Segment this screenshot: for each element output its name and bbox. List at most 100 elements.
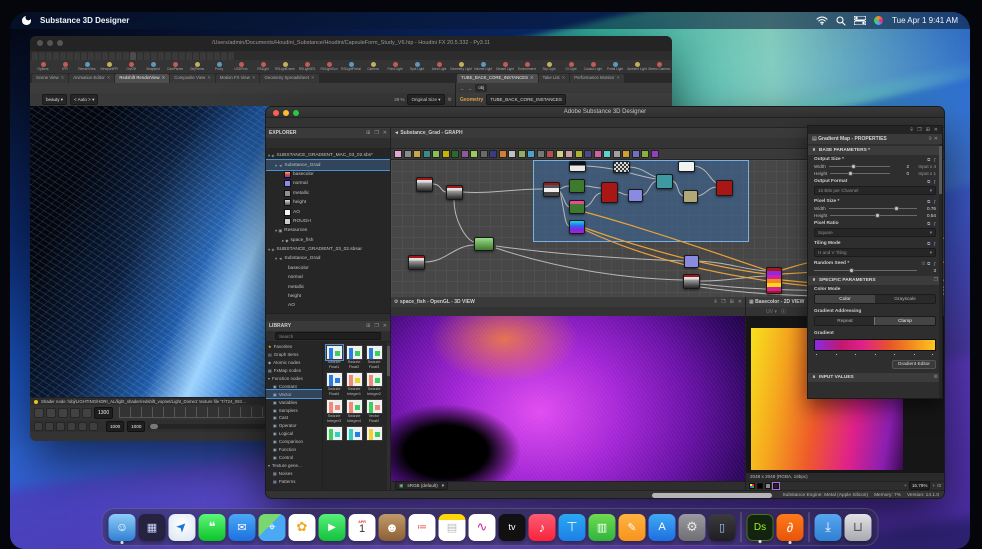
gradient-editor-button[interactable]: Gradient Editor (891, 360, 936, 369)
channels-black-icon[interactable] (757, 482, 763, 489)
function-icon[interactable]: ƒ (933, 179, 936, 184)
library-category[interactable]: ▾ Function nodes (266, 375, 322, 383)
library-item[interactable]: Vector Float2 (365, 399, 383, 424)
pixel-height-slider[interactable] (830, 212, 917, 218)
dock-icon[interactable]: ⊞ (366, 130, 370, 136)
graph-node[interactable] (683, 273, 700, 289)
shelf-tab[interactable] (186, 52, 192, 60)
transport-button[interactable] (58, 407, 68, 418)
library-category[interactable]: ★ Favorites (266, 343, 322, 351)
shelf-tool[interactable]: Ambient Light (626, 60, 648, 73)
node-palette-icon[interactable] (517, 149, 526, 158)
expose-icon[interactable]: ⧉ (927, 199, 930, 204)
properties-header[interactable]: ▤ Gradient Map - PROPERTIES ⍟ ✕ (808, 134, 942, 144)
pixel-height-value[interactable]: 0.54 (920, 213, 936, 218)
explorer-tree-item[interactable]: ▾ ◈ SUBSTANCE_GRADIENT_03_02.sbsar (266, 245, 390, 254)
shelf-tab[interactable] (200, 52, 206, 60)
dock-item[interactable]: ▶ (318, 513, 346, 541)
dock-item[interactable]: ♪ (528, 513, 556, 541)
dock-item[interactable] (808, 512, 810, 542)
explorer-tree-item[interactable]: ▾ ▣ Resources (266, 226, 390, 235)
shelf-tool[interactable]: RSLightPortal (340, 60, 362, 73)
library-item[interactable]: Swizzle Integer3 (325, 399, 343, 424)
shelf-tab[interactable] (123, 52, 129, 60)
library-category[interactable]: ▣ Variables (266, 398, 322, 406)
close-icon[interactable]: ✕ (61, 75, 65, 80)
node-palette-icon[interactable] (422, 149, 431, 158)
library-header[interactable]: LIBRARY ⊞ ❐ ✕ (266, 321, 390, 331)
library-item[interactable] (365, 426, 383, 451)
library-category[interactable]: ▦ FxMap nodes (266, 367, 322, 375)
pane-tab[interactable]: Composite View ✕ (170, 74, 215, 83)
library-item[interactable]: Swizzle Float2 (345, 345, 363, 370)
shelf-tab[interactable] (46, 52, 52, 60)
render-zoom-value[interactable]: 29 % (394, 97, 404, 102)
shelf-tool[interactable]: Environment (516, 60, 538, 73)
shelf-tool[interactable]: Proxy (208, 60, 230, 73)
float-icon[interactable]: ❐ (374, 323, 378, 329)
node-palette-icon[interactable] (631, 149, 640, 158)
library-category[interactable]: ▣ Comparison (266, 438, 322, 446)
zoom-value[interactable]: 16.79% (908, 481, 931, 491)
float-icon[interactable]: ❐ (917, 127, 921, 133)
shelf-tab[interactable] (95, 52, 101, 60)
node-palette-icon[interactable] (593, 149, 602, 158)
shelf-tool[interactable]: Sky Light (538, 60, 560, 73)
pixel-ratio-select[interactable]: Square ▾ (814, 228, 936, 237)
colorspace-select[interactable]: ▣ sRGB (default) ▾ (395, 481, 449, 491)
graph-node[interactable] (543, 181, 560, 197)
close-icon[interactable]: ✕ (311, 75, 315, 80)
section-input-values[interactable]: ∧ INPUT VALUES ⚙ (808, 373, 942, 382)
gradient-stop-handle[interactable] (834, 353, 838, 356)
node-palette-icon[interactable] (451, 149, 459, 158)
graph-node[interactable] (601, 181, 618, 203)
library-category[interactable]: ▣ Function (266, 446, 322, 454)
function-icon[interactable]: ƒ (933, 221, 936, 226)
uv-select[interactable]: UV ▾ (766, 309, 777, 315)
playbar-mode-icon[interactable] (34, 421, 43, 431)
graph-node[interactable] (613, 160, 630, 173)
pane-tab[interactable]: Animation Editor ✕ (69, 74, 115, 83)
range-start-field[interactable]: 1000 (106, 420, 125, 432)
node-palette-icon[interactable] (413, 149, 421, 158)
explorer-tree-item[interactable]: ▾ ◄ Substance_Grad (266, 159, 390, 171)
library-item[interactable] (345, 426, 363, 451)
dock-item[interactable]: ✎ (618, 513, 646, 541)
pane-tab[interactable]: Take List ✕ (538, 74, 570, 83)
shelf-tab[interactable] (102, 52, 108, 60)
transport-button[interactable] (34, 407, 44, 418)
float-icon[interactable]: ❐ (374, 130, 378, 136)
shelf-tool[interactable]: ObjParms (186, 60, 208, 73)
output-width-slider[interactable] (828, 163, 890, 169)
graph-node[interactable] (684, 254, 699, 268)
function-icon[interactable]: ƒ (933, 261, 936, 266)
gradient-stop-handle[interactable] (854, 353, 858, 356)
close-icon[interactable]: ✕ (738, 299, 742, 305)
node-palette-icon[interactable] (603, 149, 611, 158)
menubar-clock[interactable]: Tue Apr 1 9:41 AM (892, 16, 958, 25)
graph-node[interactable] (569, 160, 586, 172)
library-scrollbar[interactable] (387, 342, 390, 490)
node-name-field[interactable]: TUBE_BACK_CORE_INSTANCES (486, 94, 566, 105)
shelf-tab[interactable] (179, 52, 185, 60)
zoom-in-button[interactable]: + (932, 483, 935, 488)
random-seed-slider[interactable] (814, 267, 917, 273)
addressing-clamp[interactable]: Clamp (874, 317, 935, 325)
library-category[interactable]: ▤ Graph Items (266, 351, 322, 359)
explorer-tree-item[interactable]: ▾ ◄ Substance_Grad (266, 254, 390, 263)
color-mode-grayscale[interactable]: Grayscale (875, 295, 935, 303)
graph-node[interactable] (408, 254, 425, 270)
library-item[interactable] (325, 426, 343, 451)
gradient-stop-handle[interactable] (873, 353, 877, 356)
node-palette-icon[interactable] (584, 149, 592, 158)
dock-item[interactable]: ❝ (198, 513, 226, 541)
shelf-tool[interactable]: Area Light (428, 60, 450, 73)
playbar-mode-icon[interactable] (89, 421, 98, 431)
shelf-tool[interactable]: Portal Light (604, 60, 626, 73)
pin-icon[interactable]: ⍟ (714, 299, 717, 305)
shelf-tab[interactable] (67, 52, 73, 60)
shelf-tool[interactable]: ViewportIPR (98, 60, 120, 73)
lock-icon[interactable]: ⊡ (937, 483, 941, 489)
gradient-stop-handle[interactable] (931, 353, 935, 356)
graph-node[interactable] (569, 178, 585, 193)
